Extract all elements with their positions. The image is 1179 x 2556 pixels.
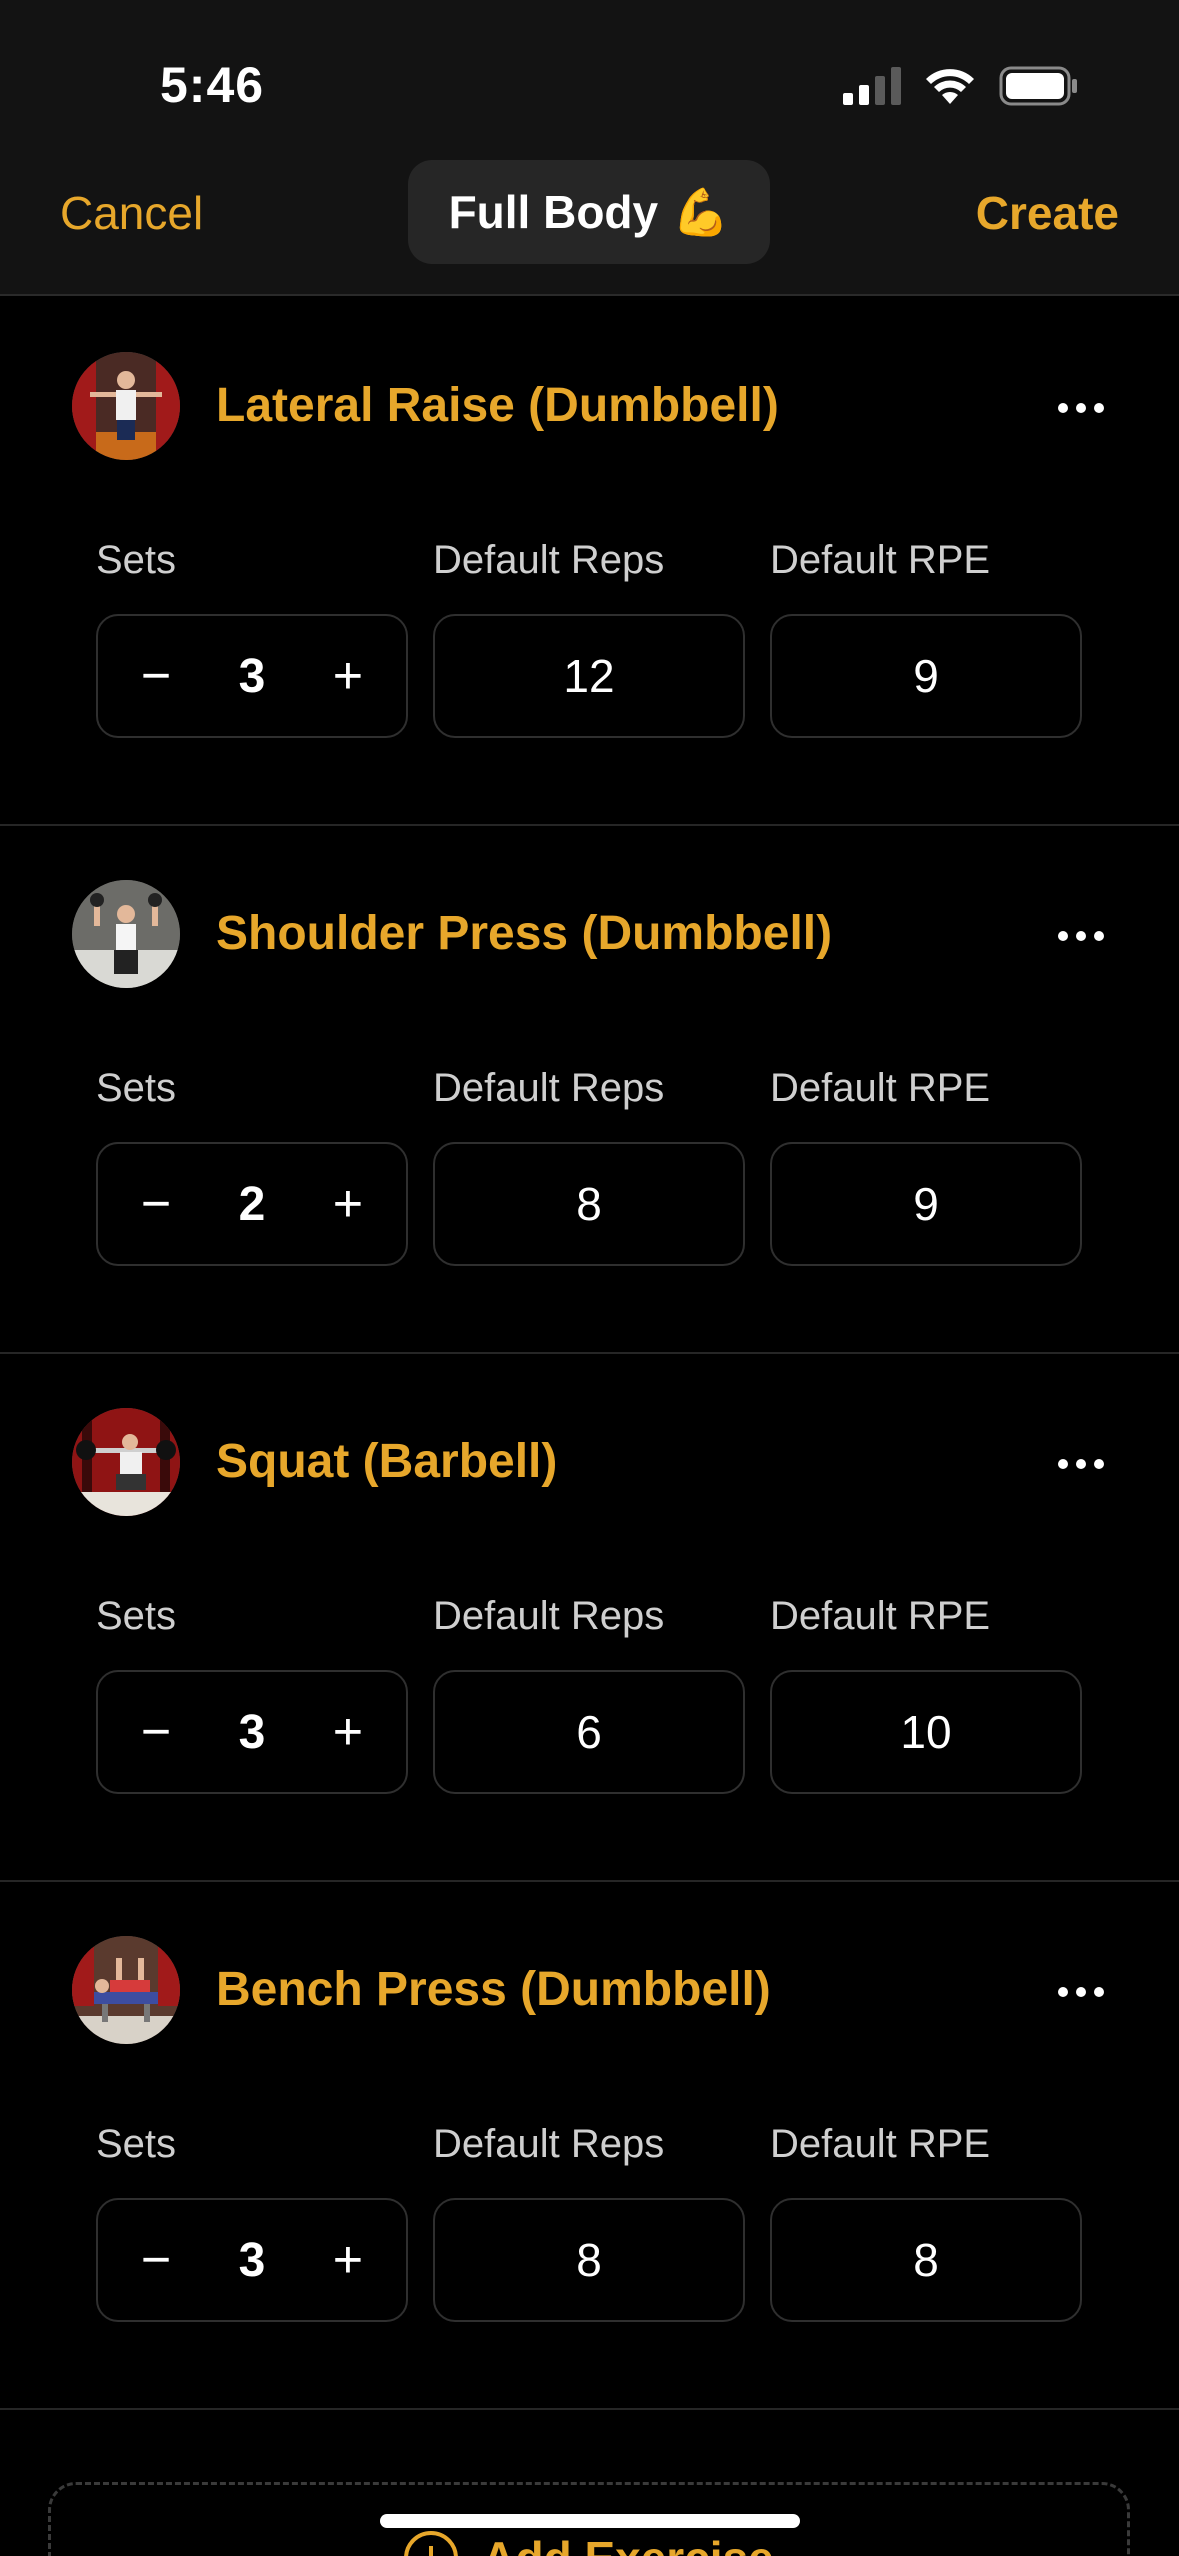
decrement-sets-button[interactable]: − — [136, 1702, 176, 1762]
nav-bar: Cancel Full Body 💪 Create — [0, 150, 1179, 296]
exercise-card: Shoulder Press (Dumbbell) Sets Default R… — [0, 826, 1179, 1354]
default-rpe-field[interactable]: 9 — [770, 1142, 1082, 1266]
exercise-name[interactable]: Squat (Barbell) — [216, 1434, 557, 1489]
routine-title: Full Body — [448, 186, 659, 238]
battery-icon — [999, 66, 1077, 106]
wifi-icon — [926, 69, 974, 104]
default-rpe-label: Default RPE — [770, 1594, 991, 1638]
exercise-thumbnail[interactable] — [72, 880, 180, 988]
exercise-card: Squat (Barbell) Sets Default Reps Defaul… — [0, 1354, 1179, 1882]
sets-stepper: − 2 + — [96, 1142, 408, 1266]
sets-value: 3 — [238, 1705, 266, 1759]
default-reps-label: Default Reps — [433, 538, 665, 582]
default-reps-field[interactable]: 8 — [433, 1142, 745, 1266]
status-time: 5:46 — [160, 57, 265, 113]
status-bar: 5:46 — [0, 0, 1179, 150]
exercise-card: Bench Press (Dumbbell) Sets Default Reps… — [0, 1882, 1179, 2410]
decrement-sets-button[interactable]: − — [136, 2230, 176, 2290]
exercise-name[interactable]: Bench Press (Dumbbell) — [216, 1962, 771, 2017]
create-button[interactable]: Create — [976, 186, 1119, 240]
sets-label: Sets — [96, 1066, 177, 1110]
sets-stepper: − 3 + — [96, 2198, 408, 2322]
default-rpe-field[interactable]: 9 — [770, 614, 1082, 738]
default-rpe-label: Default RPE — [770, 538, 991, 582]
plus-circle-icon — [404, 2531, 459, 2556]
exercise-thumbnail[interactable] — [72, 1408, 180, 1516]
default-reps-label: Default Reps — [433, 2122, 665, 2166]
more-options-icon[interactable] — [1051, 906, 1111, 966]
status-icons — [843, 64, 1079, 108]
sets-label: Sets — [96, 1594, 177, 1638]
sets-label: Sets — [96, 2122, 177, 2166]
sets-value: 3 — [238, 649, 266, 703]
default-rpe-field[interactable]: 10 — [770, 1670, 1082, 1794]
sets-value: 3 — [238, 2233, 266, 2287]
exercise-list: Lateral Raise (Dumbbell) Sets Default Re… — [0, 298, 1179, 2410]
more-options-icon[interactable] — [1051, 1434, 1111, 1494]
default-reps-label: Default Reps — [433, 1066, 665, 1110]
default-reps-field[interactable]: 8 — [433, 2198, 745, 2322]
increment-sets-button[interactable]: + — [328, 1702, 368, 1762]
add-exercise-label: Add Exercise — [482, 2531, 773, 2556]
flexed-biceps-icon: 💪 — [672, 185, 730, 238]
exercise-name[interactable]: Shoulder Press (Dumbbell) — [216, 906, 832, 961]
default-rpe-label: Default RPE — [770, 1066, 991, 1110]
routine-title-field[interactable]: Full Body 💪 — [408, 160, 770, 264]
default-rpe-label: Default RPE — [770, 2122, 991, 2166]
decrement-sets-button[interactable]: − — [136, 1174, 176, 1234]
more-options-icon[interactable] — [1051, 1962, 1111, 2022]
exercise-card: Lateral Raise (Dumbbell) Sets Default Re… — [0, 298, 1179, 826]
exercise-thumbnail[interactable] — [72, 1936, 180, 2044]
sets-label: Sets — [96, 538, 177, 582]
sets-value: 2 — [238, 1177, 266, 1231]
more-options-icon[interactable] — [1051, 378, 1111, 438]
default-reps-label: Default Reps — [433, 1594, 665, 1638]
exercise-name[interactable]: Lateral Raise (Dumbbell) — [216, 378, 779, 433]
increment-sets-button[interactable]: + — [328, 646, 368, 706]
default-rpe-field[interactable]: 8 — [770, 2198, 1082, 2322]
default-reps-field[interactable]: 12 — [433, 614, 745, 738]
sets-stepper: − 3 + — [96, 1670, 408, 1794]
decrement-sets-button[interactable]: − — [136, 646, 176, 706]
increment-sets-button[interactable]: + — [328, 1174, 368, 1234]
exercise-thumbnail[interactable] — [72, 352, 180, 460]
home-indicator[interactable] — [380, 2514, 800, 2528]
cancel-button[interactable]: Cancel — [60, 186, 203, 240]
default-reps-field[interactable]: 6 — [433, 1670, 745, 1794]
increment-sets-button[interactable]: + — [328, 2230, 368, 2290]
sets-stepper: − 3 + — [96, 614, 408, 738]
cellular-signal-icon — [843, 67, 901, 105]
app-root: 5:46 Cancel Full Body 💪 Create Lateral R… — [0, 0, 1179, 2556]
